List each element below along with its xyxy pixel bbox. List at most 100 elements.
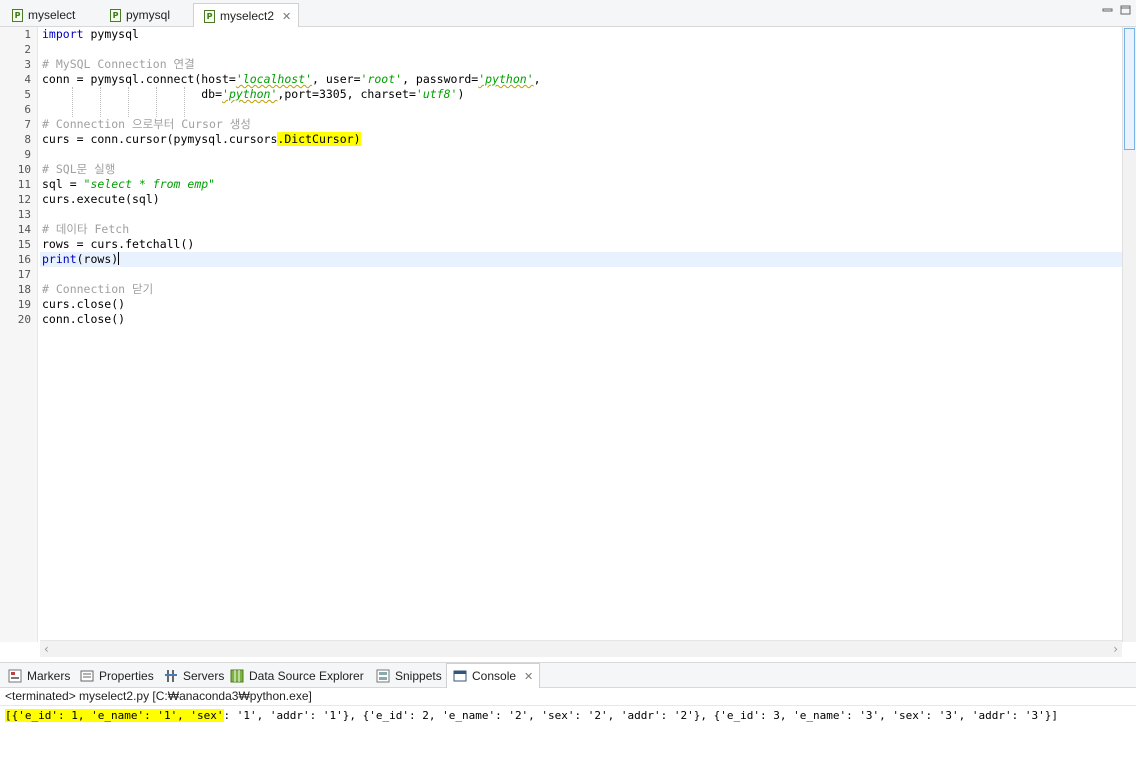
line-number: 18 <box>17 283 31 296</box>
comment-line: # 데이타 Fetch <box>42 222 130 236</box>
line-number: 4 <box>24 73 31 86</box>
line-number: 6 <box>24 103 31 116</box>
code-token: db= <box>42 87 223 101</box>
code-token: , password= <box>402 72 479 86</box>
tab-markers[interactable]: Markers <box>8 663 70 688</box>
code-token: ,port=3305, charset= <box>277 87 416 101</box>
data-source-explorer-icon <box>230 669 244 683</box>
vertical-scrollbar[interactable] <box>1122 27 1136 642</box>
horizontal-scrollbar[interactable]: ‹ › <box>40 640 1122 657</box>
minimize-icon[interactable] <box>1102 4 1114 16</box>
tab-snippets[interactable]: Snippets <box>376 663 442 688</box>
line-number: 15 <box>17 238 31 251</box>
editor-tab-myselect[interactable]: P myselect <box>2 3 98 27</box>
code-line: curs.execute(sql) <box>42 192 160 206</box>
editor-tab-label: myselect2 <box>220 9 275 23</box>
tab-label: Markers <box>27 668 71 683</box>
code-line: curs.close() <box>42 297 126 311</box>
line-number: 17 <box>17 268 31 281</box>
string-token: 'utf8' <box>415 87 458 101</box>
code-line: conn = pymysql.connect(host='localhost',… <box>42 72 541 87</box>
code-token: pymysql <box>83 27 139 41</box>
editor-tab-pymysql[interactable]: P pymysql <box>100 3 192 27</box>
string-token: 'root' <box>360 72 403 86</box>
code-line: sql = "select * from emp" <box>42 177 215 192</box>
vertical-scroll-thumb[interactable] <box>1124 28 1135 150</box>
close-tab-icon[interactable]: ✕ <box>524 670 533 683</box>
line-number: 16 <box>17 253 31 266</box>
properties-icon <box>80 669 94 683</box>
console-status: <terminated> myselect2.py [C:₩anaconda3₩… <box>5 689 312 703</box>
code-token: , user= <box>312 72 361 86</box>
code-token: (rows) <box>76 252 119 266</box>
line-number: 10 <box>17 163 31 176</box>
markers-icon <box>8 669 22 683</box>
tab-servers[interactable]: Servers <box>164 663 224 688</box>
line-number: 13 <box>17 208 31 221</box>
line-number: 5 <box>24 88 31 101</box>
string-token: 'localhost' <box>235 72 313 86</box>
editor-tab-label: pymysql <box>126 8 171 22</box>
tab-label: Properties <box>99 668 154 683</box>
code-editor[interactable]: 1 2 3 4 5 6 7 8 9 10 11 12 13 14 15 16 1… <box>0 27 1136 657</box>
line-number: 8 <box>24 133 31 146</box>
comment-line: # MySQL Connection 연결 <box>42 57 195 71</box>
code-text-area[interactable]: import pymysql # MySQL Connection 연결 con… <box>42 27 1122 642</box>
line-number: 7 <box>24 118 31 131</box>
tab-label: Snippets <box>395 668 442 683</box>
console-icon <box>453 669 467 683</box>
string-token: 'python' <box>478 72 534 86</box>
editor-tab-bar: P myselect P pymysql P myselect2 ✕ <box>0 0 1136 28</box>
line-number: 9 <box>24 148 31 161</box>
line-number: 1 <box>24 28 31 41</box>
console-output[interactable]: [{'e_id': 1, 'e_name': '1', 'sex': '1', … <box>0 705 1136 774</box>
python-file-icon: P <box>12 8 23 22</box>
code-line: db='python',port=3305, charset='utf8') <box>42 87 464 102</box>
line-number: 19 <box>17 298 31 311</box>
line-number: 20 <box>17 313 31 326</box>
servers-icon <box>164 669 178 683</box>
code-line: rows = curs.fetchall() <box>42 237 195 251</box>
tab-label: Console <box>472 669 517 683</box>
keyword-token: import <box>42 27 84 41</box>
editor-tab-label: myselect <box>28 8 76 22</box>
code-line: conn.close() <box>42 312 126 326</box>
line-number: 12 <box>17 193 31 206</box>
console-output-line: [{'e_id': 1, 'e_name': '1', 'sex': '1', … <box>5 708 1058 723</box>
python-file-icon: P <box>110 8 121 22</box>
view-tab-bar: Markers Properties Servers Data Source E… <box>0 662 1136 688</box>
tab-label: Servers <box>183 668 225 683</box>
code-token: sql = <box>42 177 84 191</box>
string-token: "select * from emp" <box>83 177 216 191</box>
python-file-icon: P <box>204 9 215 23</box>
tab-console[interactable]: Console ✕ <box>446 663 541 688</box>
editor-tab-myselect2[interactable]: P myselect2 ✕ <box>193 3 299 28</box>
text-caret <box>118 252 120 265</box>
keyword-token: print <box>42 252 77 266</box>
tab-label: Data Source Explorer <box>249 668 364 683</box>
code-token: ) <box>457 87 465 101</box>
tab-properties[interactable]: Properties <box>80 663 154 688</box>
console-highlighted-text: [{'e_id': 1, 'e_name': '1', 'sex' <box>5 709 224 722</box>
highlighted-token: .DictCursor) <box>277 132 361 146</box>
console-view[interactable]: <terminated> myselect2.py [C:₩anaconda3₩… <box>0 688 1136 774</box>
close-tab-icon[interactable]: ✕ <box>282 10 291 23</box>
scroll-left-icon[interactable]: ‹ <box>44 642 49 656</box>
line-number-gutter: 1 2 3 4 5 6 7 8 9 10 11 12 13 14 15 16 1… <box>0 27 38 642</box>
code-line: import pymysql <box>42 27 139 42</box>
line-number: 11 <box>17 178 31 191</box>
code-token: conn = pymysql.connect(host= <box>42 72 236 86</box>
line-number: 14 <box>17 223 31 236</box>
maximize-icon[interactable] <box>1120 4 1132 16</box>
code-token: , <box>533 72 541 86</box>
scroll-right-icon[interactable]: › <box>1113 642 1118 656</box>
line-number: 3 <box>24 58 31 71</box>
tab-data-source-explorer[interactable]: Data Source Explorer <box>230 663 364 688</box>
string-token: 'python' <box>222 87 278 101</box>
code-line-current: print(rows) <box>42 252 120 267</box>
comment-line: # Connection 닫기 <box>42 282 154 296</box>
code-token: curs = conn.cursor(pymysql.cursors <box>42 132 278 146</box>
snippets-icon <box>376 669 390 683</box>
console-text: : '1', 'addr': '1'}, {'e_id': 2, 'e_name… <box>223 709 1058 722</box>
comment-line: # SQL문 실행 <box>42 162 116 176</box>
